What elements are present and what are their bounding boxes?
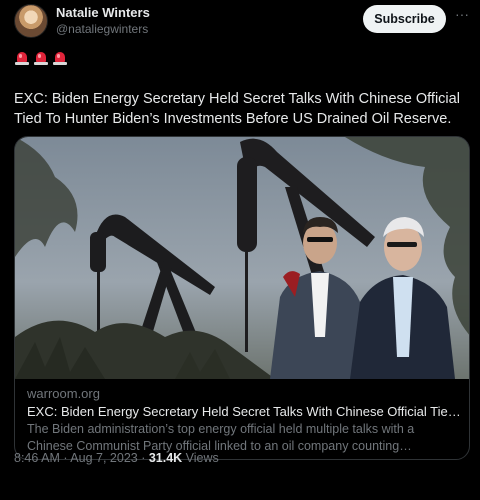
author-handle[interactable]: @nataliegwinters: [56, 21, 150, 37]
tweet-time[interactable]: 8:46 AM: [14, 451, 60, 465]
author-name[interactable]: Natalie Winters: [56, 5, 150, 21]
tweet-footer: 8:46 AM · Aug 7, 2023 · 31.4K Views: [14, 449, 219, 467]
subscribe-button[interactable]: Subscribe: [363, 5, 446, 33]
views-label: Views: [182, 451, 219, 465]
tweet-text: EXC: Biden Energy Secretary Held Secret …: [14, 91, 460, 127]
more-options-icon[interactable]: ···: [455, 7, 469, 25]
footer-separator: ·: [59, 451, 71, 465]
footer-separator: ·: [137, 451, 149, 465]
card-title[interactable]: EXC: Biden Energy Secretary Held Secret …: [27, 403, 463, 421]
author-block[interactable]: Natalie Winters @nataliegwinters: [56, 5, 150, 37]
card-image[interactable]: [15, 137, 470, 379]
views-count[interactable]: 31.4K: [149, 451, 182, 465]
police-car-light-icon: [52, 50, 68, 66]
card-domain[interactable]: warroom.org: [27, 385, 463, 403]
tweet-date[interactable]: Aug 7, 2023: [70, 451, 137, 465]
avatar[interactable]: [14, 4, 48, 38]
emoji-row: [14, 50, 68, 70]
link-card[interactable]: warroom.org EXC: Biden Energy Secretary …: [14, 136, 470, 460]
card-meta: warroom.org EXC: Biden Energy Secretary …: [27, 385, 463, 455]
police-car-light-icon: [33, 50, 49, 66]
police-car-light-icon: [14, 50, 30, 66]
tweet-header: Natalie Winters @nataliegwinters Subscri…: [14, 4, 470, 44]
